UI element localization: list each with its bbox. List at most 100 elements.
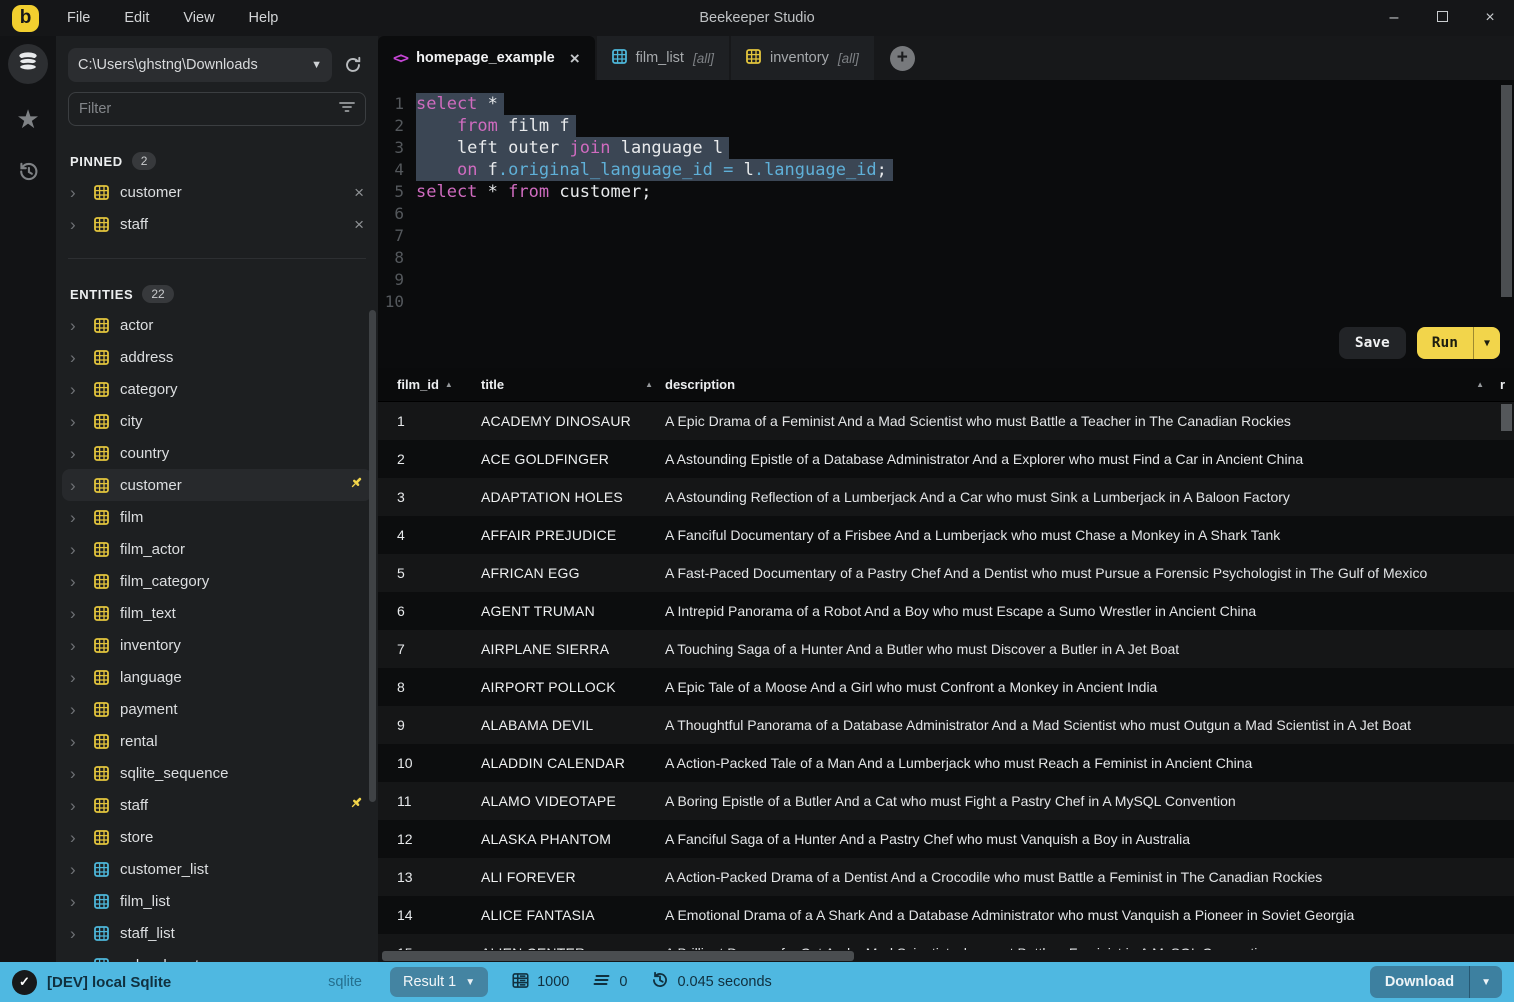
chevron-right-icon[interactable]: › [70, 605, 87, 622]
column-header-title[interactable]: title ▲ [481, 377, 665, 392]
cell-title[interactable]: AIRPORT POLLOCK [481, 679, 665, 695]
cell-description[interactable]: A Boring Epistle of a Butler And a Cat w… [665, 793, 1514, 809]
chevron-right-icon[interactable]: › [70, 317, 87, 334]
cell-film-id[interactable]: 14 [378, 907, 481, 923]
column-header-film-id[interactable]: film_id ▲ [378, 377, 481, 392]
rail-item-favorites[interactable]: ★ [8, 99, 48, 139]
refresh-button[interactable] [340, 56, 366, 74]
entity-item-film[interactable]: › film [56, 501, 378, 533]
sql-editor[interactable]: 1 select * 2 from film f3 left outer join … [378, 80, 1514, 368]
cell-film-id[interactable]: 1 [378, 413, 481, 429]
entity-item-store[interactable]: › store [56, 821, 378, 853]
cell-description[interactable]: A Astounding Epistle of a Database Admin… [665, 451, 1514, 467]
close-tab-icon[interactable]: × [570, 50, 580, 67]
cell-description[interactable]: A Thoughtful Panorama of a Database Admi… [665, 717, 1514, 733]
cell-title[interactable]: AIRPLANE SIERRA [481, 641, 665, 657]
cell-title[interactable]: ALI FOREVER [481, 869, 665, 885]
result-selector-button[interactable]: Result 1 ▼ [390, 967, 489, 997]
entity-item-inventory[interactable]: › inventory [56, 629, 378, 661]
tab-film-list[interactable]: film_list [all] [596, 36, 729, 80]
entity-item-staff_list[interactable]: › staff_list [56, 917, 378, 949]
entity-item-staff[interactable]: › staff [56, 789, 378, 821]
chevron-right-icon[interactable]: › [70, 216, 87, 233]
table-row[interactable]: 5 AFRICAN EGG A Fast-Paced Documentary of … [378, 554, 1514, 592]
column-header-description[interactable]: description ▲ r [665, 377, 1514, 392]
table-row[interactable]: 7 AIRPLANE SIERRA A Touching Saga of a Hun… [378, 630, 1514, 668]
chevron-right-icon[interactable]: › [70, 861, 87, 878]
chevron-right-icon[interactable]: › [70, 413, 87, 430]
chevron-right-icon[interactable]: › [70, 829, 87, 846]
run-options-caret[interactable]: ▼ [1472, 327, 1500, 359]
save-button[interactable]: Save [1338, 327, 1406, 359]
cell-description[interactable]: A Astounding Reflection of a Lumberjack … [665, 489, 1514, 505]
cell-film-id[interactable]: 2 [378, 451, 481, 467]
entity-item-actor[interactable]: › actor [56, 309, 378, 341]
download-button[interactable]: Download ▼ [1369, 966, 1502, 998]
cell-title[interactable]: ACADEMY DINOSAUR [481, 413, 665, 429]
rail-item-tables[interactable] [8, 44, 48, 84]
chevron-right-icon[interactable]: › [70, 957, 87, 963]
cell-description[interactable]: A Fanciful Documentary of a Frisbee And … [665, 527, 1514, 543]
table-row[interactable]: 9 ALABAMA DEVIL A Thoughtful Panorama of a… [378, 706, 1514, 744]
tab-homepage-example[interactable]: <> homepage_example × [378, 36, 595, 80]
close-button[interactable]: × [1466, 0, 1514, 36]
unpin-close-icon[interactable]: × [354, 216, 364, 233]
entity-item-film_list[interactable]: › film_list [56, 885, 378, 917]
cell-title[interactable]: AGENT TRUMAN [481, 603, 665, 619]
cell-film-id[interactable]: 8 [378, 679, 481, 695]
entity-item-rental[interactable]: › rental [56, 725, 378, 757]
menu-help[interactable]: Help [237, 6, 291, 30]
new-tab-button[interactable]: + [889, 45, 915, 71]
table-row[interactable]: 3 ADAPTATION HOLES A Astounding Reflection… [378, 478, 1514, 516]
pinned-item-staff[interactable]: › staff × [56, 208, 378, 240]
cell-title[interactable]: ALICE FANTASIA [481, 907, 665, 923]
table-row[interactable]: 13 ALI FOREVER A Action-Packed Drama of a … [378, 858, 1514, 896]
cell-film-id[interactable]: 11 [378, 793, 481, 809]
cell-film-id[interactable]: 9 [378, 717, 481, 733]
table-row[interactable]: 4 AFFAIR PREJUDICE A Fanciful Documentary … [378, 516, 1514, 554]
chevron-right-icon[interactable]: › [70, 541, 87, 558]
table-row[interactable]: 14 ALICE FANTASIA A Emotional Drama of a A… [378, 896, 1514, 934]
chevron-right-icon[interactable]: › [70, 701, 87, 718]
chevron-right-icon[interactable]: › [70, 445, 87, 462]
chevron-right-icon[interactable]: › [70, 573, 87, 590]
cell-description[interactable]: A Touching Saga of a Hunter And a Butler… [665, 641, 1514, 657]
entity-item-customer[interactable]: › customer [62, 469, 372, 501]
entity-item-film_actor[interactable]: › film_actor [56, 533, 378, 565]
chevron-right-icon[interactable]: › [70, 184, 87, 201]
entity-item-film_category[interactable]: › film_category [56, 565, 378, 597]
cell-description[interactable]: A Fanciful Saga of a Hunter And a Pastry… [665, 831, 1514, 847]
run-label[interactable]: Run [1417, 327, 1473, 359]
cell-description[interactable]: A Action-Packed Drama of a Dentist And a… [665, 869, 1514, 885]
menu-view[interactable]: View [171, 6, 226, 30]
chevron-right-icon[interactable]: › [70, 669, 87, 686]
menu-edit[interactable]: Edit [112, 6, 161, 30]
rail-item-history[interactable] [8, 154, 48, 194]
cell-description[interactable]: A Emotional Drama of a A Shark And a Dat… [665, 907, 1514, 923]
entity-item-sales_by_store[interactable]: › sales_by_store [56, 949, 378, 962]
cell-title[interactable]: AFFAIR PREJUDICE [481, 527, 665, 543]
cell-description[interactable]: A Epic Tale of a Moose And a Girl who mu… [665, 679, 1514, 695]
chevron-right-icon[interactable]: › [70, 509, 87, 526]
chevron-right-icon[interactable]: › [70, 637, 87, 654]
filter-input[interactable] [79, 101, 339, 117]
chevron-right-icon[interactable]: › [70, 797, 87, 814]
sidebar-scrollbar[interactable] [369, 310, 376, 802]
column-header-partial[interactable]: r [1500, 377, 1510, 392]
chevron-right-icon[interactable]: › [70, 381, 87, 398]
cell-description[interactable]: A Epic Drama of a Feminist And a Mad Sci… [665, 413, 1514, 429]
cell-title[interactable]: ADAPTATION HOLES [481, 489, 665, 505]
table-row[interactable]: 8 AIRPORT POLLOCK A Epic Tale of a Moose A… [378, 668, 1514, 706]
cell-title[interactable]: ALABAMA DEVIL [481, 717, 665, 733]
entity-item-sqlite_sequence[interactable]: › sqlite_sequence [56, 757, 378, 789]
horizontal-scrollbar-thumb[interactable] [382, 951, 854, 961]
cell-description[interactable]: A Action-Packed Tale of a Man And a Lumb… [665, 755, 1514, 771]
table-row[interactable]: 1 ACADEMY DINOSAUR A Epic Drama of a Femin… [378, 402, 1514, 440]
cell-film-id[interactable]: 3 [378, 489, 481, 505]
cell-film-id[interactable]: 7 [378, 641, 481, 657]
chevron-right-icon[interactable]: › [70, 349, 87, 366]
cell-film-id[interactable]: 4 [378, 527, 481, 543]
entity-item-payment[interactable]: › payment [56, 693, 378, 725]
run-button[interactable]: Run ▼ [1416, 327, 1500, 359]
entity-item-address[interactable]: › address [56, 341, 378, 373]
